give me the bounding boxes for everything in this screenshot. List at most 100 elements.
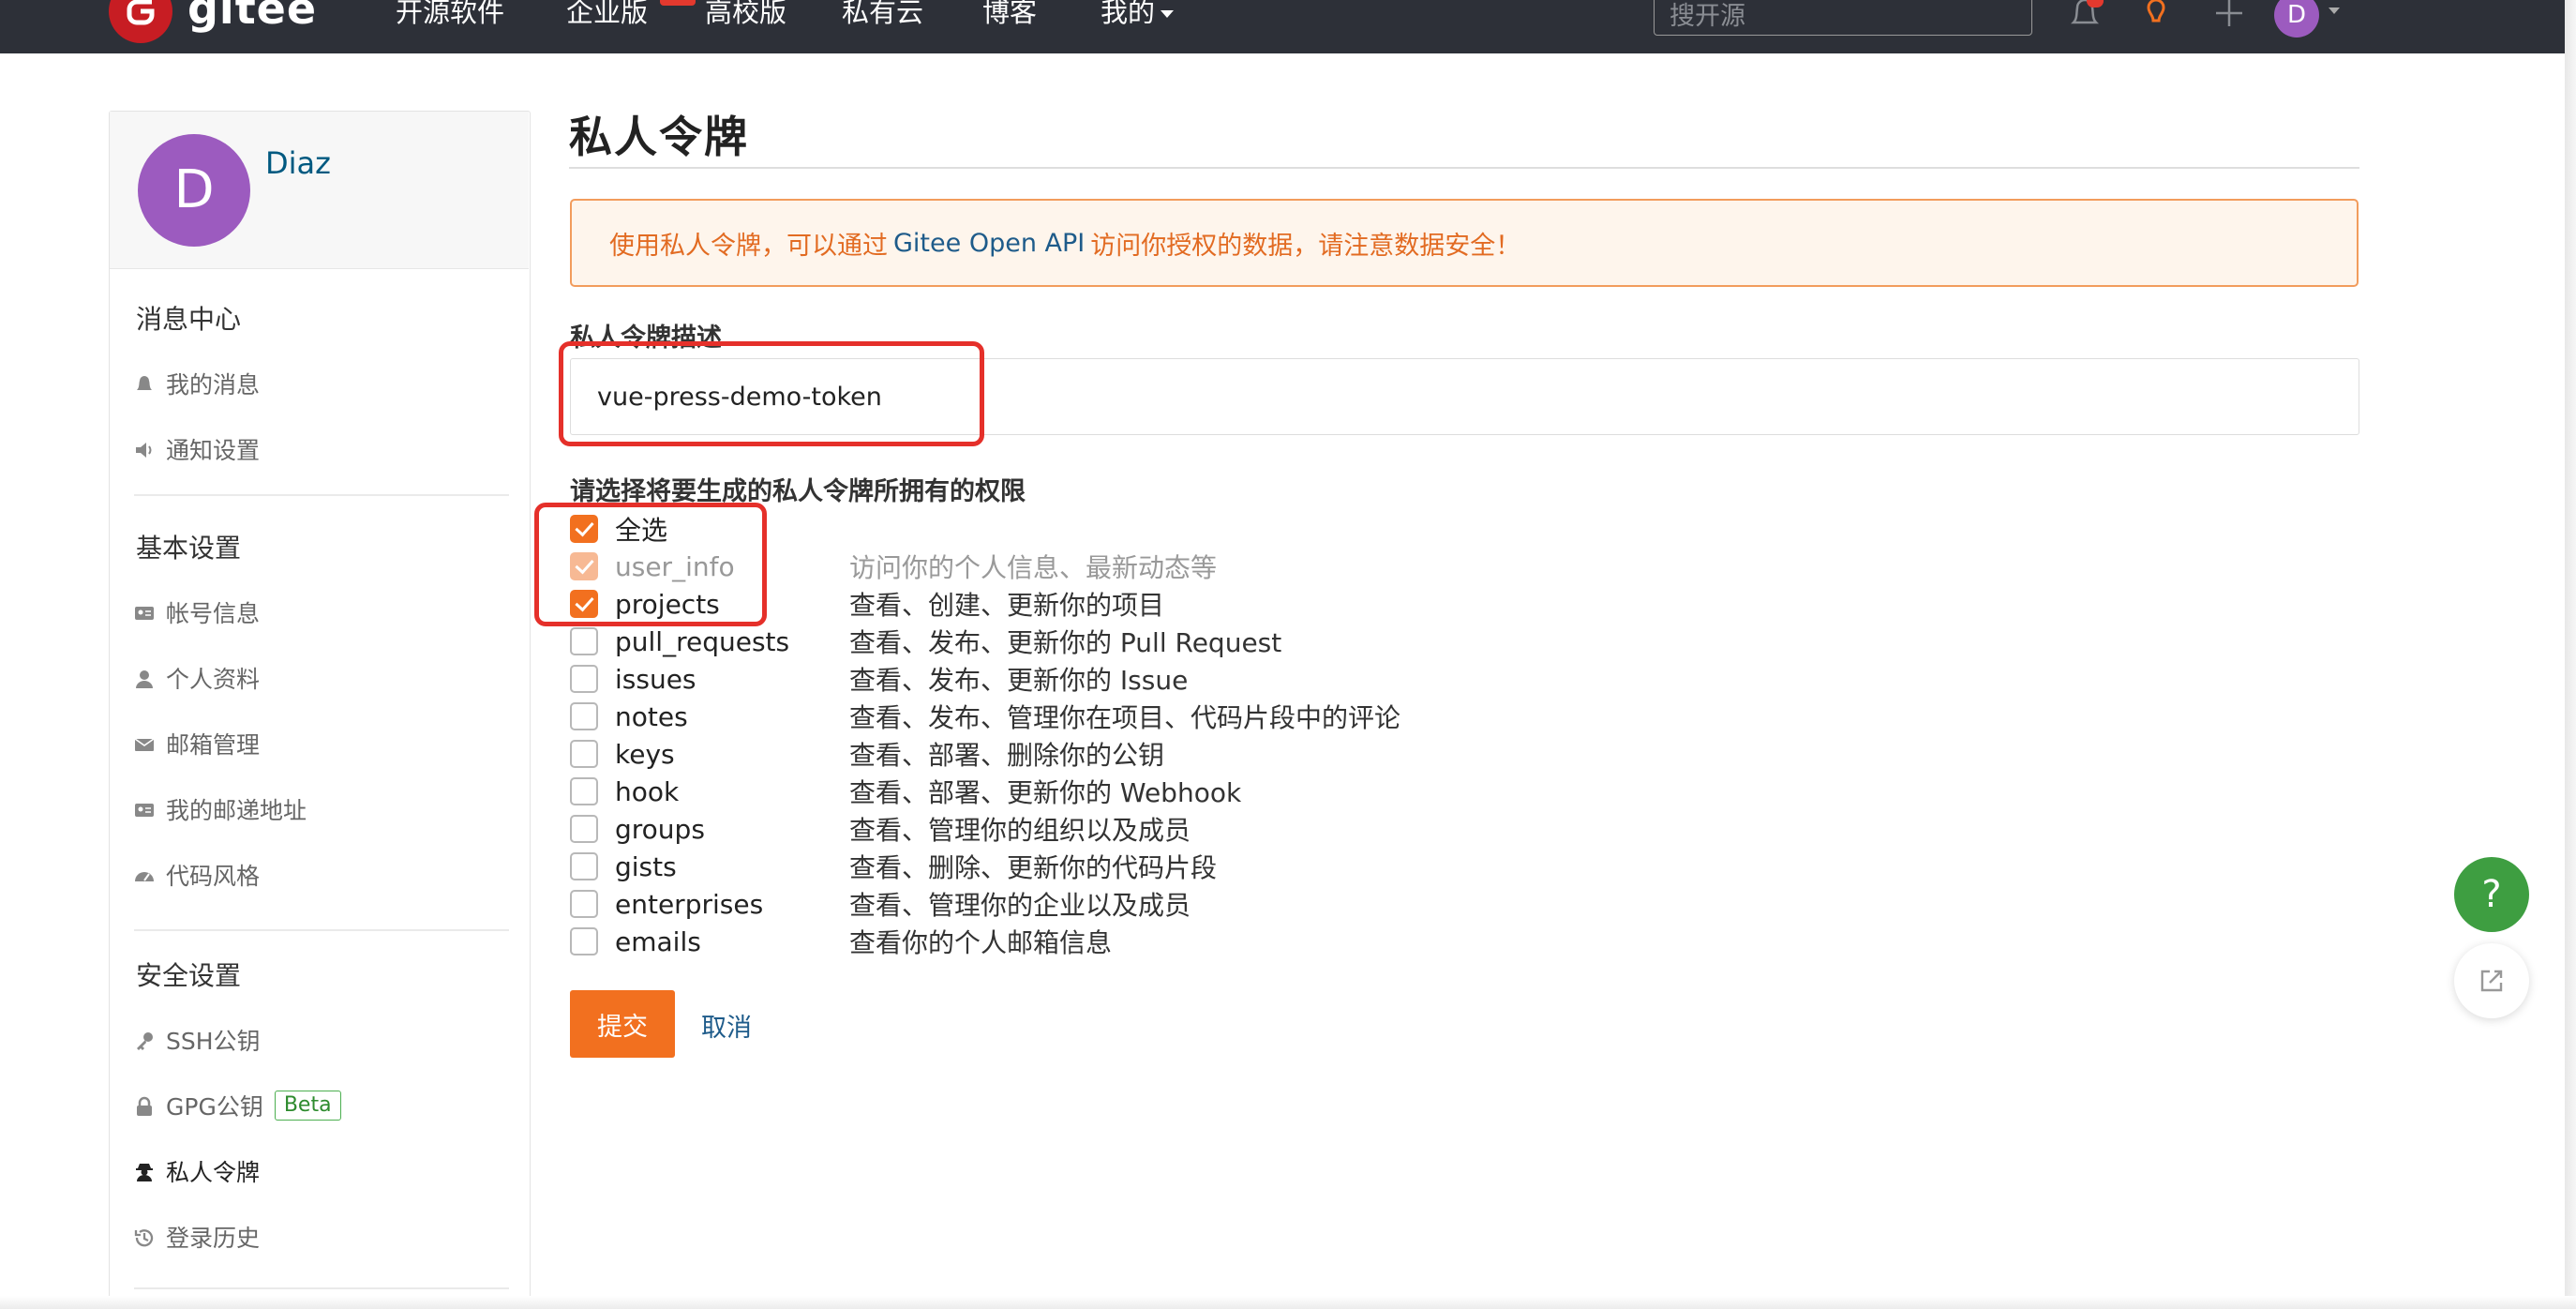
sidebar-divider (134, 1287, 509, 1289)
chevron-down-icon (1161, 10, 1175, 18)
permission-name: issues (615, 663, 696, 695)
sidebar-item-label: 我的消息 (166, 371, 261, 399)
permission-checkbox[interactable] (570, 815, 598, 843)
sidebar-item-label: 个人资料 (166, 666, 261, 693)
permission-description: 访问你的个人信息、最新动态等 (849, 552, 1218, 583)
section-title-messages: 消息中心 (136, 304, 242, 335)
lightbulb-icon[interactable] (2139, 0, 2173, 36)
nav-university[interactable]: 高校版 (705, 0, 786, 28)
permission-checkbox[interactable] (570, 852, 598, 880)
user-secret-icon (134, 1161, 155, 1181)
cancel-link[interactable]: 取消 (701, 1007, 752, 1044)
window-right-edge (2565, 0, 2576, 1309)
permission-row-enterprises[interactable]: enterprises 查看、管理你的企业以及成员 (570, 887, 1191, 921)
sidebar-item-email[interactable]: 邮箱管理 (134, 727, 260, 760)
permission-row-notes[interactable]: notes 查看、发布、管理你在项目、代码片段中的评论 (570, 700, 1400, 733)
avatar[interactable]: D (138, 134, 250, 247)
permission-row-keys[interactable]: keys 查看、部署、删除你的公钥 (570, 737, 1164, 771)
username-link[interactable]: Diaz (265, 145, 331, 181)
permission-description: 查看你的个人邮箱信息 (849, 927, 1113, 958)
nav-blog[interactable]: 博客 (982, 0, 1037, 28)
permission-checkbox[interactable] (570, 927, 598, 955)
sidebar-item-login-history[interactable]: 登录历史 (134, 1220, 260, 1254)
permission-name: keys (615, 738, 675, 770)
logo-text[interactable]: gitee (187, 0, 317, 30)
nav-mine[interactable]: 我的 (1101, 0, 1175, 28)
sidebar-profile: D Diaz (110, 112, 529, 269)
nav-new-badge (660, 0, 696, 6)
permission-description: 查看、删除、更新你的代码片段 (849, 852, 1218, 883)
permission-name: pull_requests (615, 625, 790, 657)
sidebar-item-label: 通知设置 (166, 437, 261, 464)
permission-row-emails[interactable]: emails 查看你的个人邮箱信息 (570, 925, 1112, 958)
gitee-logo-icon[interactable] (109, 0, 172, 43)
help-button[interactable]: ? (2454, 857, 2529, 932)
page-title: 私人令牌 (569, 112, 749, 162)
envelope-icon (134, 733, 155, 754)
section-title-security: 安全设置 (136, 960, 242, 991)
history-icon (134, 1226, 155, 1247)
sidebar-item-label: 帐号信息 (166, 600, 261, 627)
sidebar-divider (134, 494, 509, 496)
title-divider (569, 167, 2359, 169)
permission-description: 查看、创建、更新你的项目 (849, 590, 1165, 621)
notice-api-name: Gitee Open API (893, 228, 1086, 258)
permission-checkbox[interactable] (570, 890, 598, 918)
permission-name: enterprises (615, 888, 764, 920)
permission-checkbox[interactable] (570, 740, 598, 768)
sidebar-item-label: 私人令牌 (166, 1159, 261, 1186)
sidebar-item-gpg-keys[interactable]: GPG公钥 Beta (134, 1089, 341, 1122)
search-box[interactable] (1654, 0, 2032, 36)
annotation-box-description (559, 341, 984, 446)
sidebar-item-label: 登录历史 (166, 1225, 261, 1252)
sidebar-item-ssh-keys[interactable]: SSH公钥 (134, 1023, 261, 1057)
nav-open-source[interactable]: 开源软件 (396, 0, 504, 28)
sidebar-item-code-style[interactable]: 代码风格 (134, 858, 260, 892)
permission-checkbox[interactable] (570, 777, 598, 805)
address-card-icon (134, 799, 155, 820)
permission-description: 查看、发布、更新你的 Pull Request (849, 627, 1282, 658)
avatar-chevron-down-icon[interactable] (2329, 8, 2340, 14)
sidebar-item-label: 邮箱管理 (166, 731, 261, 759)
plus-icon[interactable] (2212, 0, 2246, 34)
id-card-icon (134, 602, 155, 623)
permission-checkbox[interactable] (570, 702, 598, 730)
permission-description: 查看、管理你的组织以及成员 (849, 815, 1191, 846)
permission-name: gists (615, 850, 677, 882)
sidebar-item-mailing-address[interactable]: 我的邮递地址 (134, 792, 307, 826)
share-button[interactable] (2454, 943, 2529, 1018)
sidebar-item-label: 我的邮递地址 (166, 797, 307, 824)
permission-row-issues[interactable]: issues 查看、发布、更新你的 Issue (570, 662, 1188, 696)
permission-description: 查看、发布、更新你的 Issue (849, 665, 1189, 696)
nav-enterprise[interactable]: 企业版 (566, 0, 648, 28)
sidebar-item-account-info[interactable]: 帐号信息 (134, 595, 260, 629)
permission-row-pull-requests[interactable]: pull_requests 查看、发布、更新你的 Pull Request (570, 624, 1281, 658)
beta-badge: Beta (274, 1091, 341, 1121)
user-icon (134, 668, 155, 688)
permission-checkbox[interactable] (570, 627, 598, 655)
submit-button[interactable]: 提交 (570, 990, 675, 1058)
sidebar-item-private-token[interactable]: 私人令牌 (134, 1154, 260, 1188)
window-bottom-edge (0, 1296, 2576, 1309)
search-input[interactable] (1655, 0, 2031, 35)
top-navbar: gitee 开源软件 企业版 高校版 私有云 博客 我的 D (0, 0, 2576, 53)
permission-description: 查看、部署、更新你的 Webhook (849, 777, 1242, 808)
dashboard-icon (134, 865, 155, 885)
permission-row-groups[interactable]: groups 查看、管理你的组织以及成员 (570, 812, 1191, 846)
sidebar-item-my-messages[interactable]: 我的消息 (134, 367, 260, 400)
permission-checkbox[interactable] (570, 665, 598, 693)
annotation-box-permissions (534, 503, 767, 626)
nav-private-cloud[interactable]: 私有云 (842, 0, 923, 28)
section-title-basic: 基本设置 (136, 533, 242, 564)
nav-mine-label: 我的 (1101, 0, 1156, 28)
key-icon (134, 1030, 155, 1050)
permission-row-gists[interactable]: gists 查看、删除、更新你的代码片段 (570, 850, 1217, 883)
sidebar-item-notification-settings[interactable]: 通知设置 (134, 432, 260, 466)
sidebar-divider (134, 929, 509, 931)
permission-description: 查看、部署、删除你的公钥 (849, 740, 1165, 771)
permission-row-hook[interactable]: hook 查看、部署、更新你的 Webhook (570, 775, 1241, 808)
sidebar-item-profile[interactable]: 个人资料 (134, 661, 260, 695)
permission-name: groups (615, 813, 705, 845)
nav-avatar[interactable]: D (2274, 0, 2319, 38)
permission-description: 查看、管理你的企业以及成员 (849, 890, 1191, 921)
